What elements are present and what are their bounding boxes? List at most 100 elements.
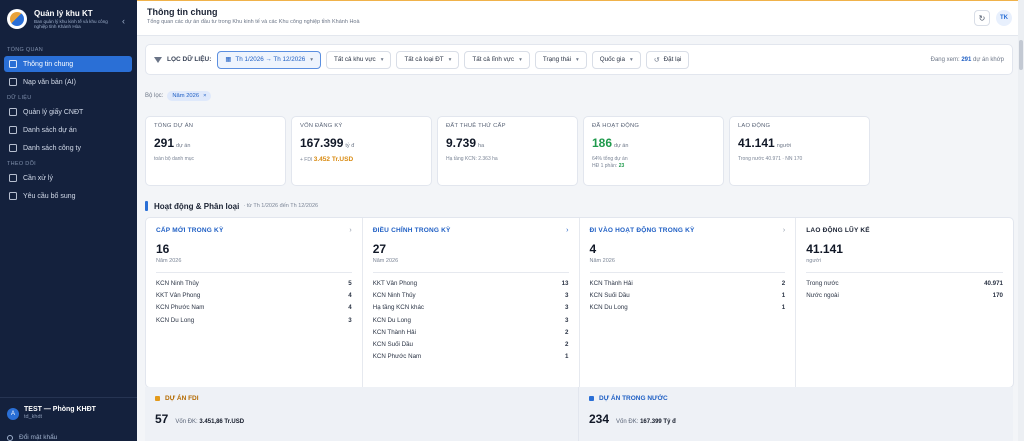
building-icon: [9, 144, 17, 152]
col-title: LAO ĐỘNG LŨY KẾ: [806, 227, 870, 234]
col-title: CẤP MỚI TRONG KỲ: [156, 227, 224, 234]
col-title: ĐIỀU CHỈNH TRONG KỲ: [372, 227, 451, 234]
user-panel: A TEST — Phòng KHĐT td_khdt Đổi mật khẩu: [0, 397, 137, 441]
date-range-picker[interactable]: ▦ Th 1/2026 → Th 12/2026 ▾: [217, 50, 322, 69]
col-started-operation[interactable]: ĐI VÀO HOẠT ĐỘNG TRONG KỲ › 4 Năm 2026 K…: [580, 218, 797, 387]
kpi-note-partial: HĐ 1 phần: 23: [592, 163, 625, 169]
chevron-right-icon[interactable]: ›: [783, 227, 785, 234]
sidebar-item-overview[interactable]: Thông tin chung: [4, 56, 132, 72]
kpi-row: TỔNG DỰ ÁN 291 dự án toàn bộ danh mục VỐN…: [145, 116, 875, 186]
kpi-value: 9.739 ha: [446, 136, 485, 150]
filter-tag-year[interactable]: Năm 2026 ×: [167, 91, 212, 101]
kpi-label: VỐN ĐĂNG KÝ: [300, 123, 343, 129]
reset-button[interactable]: ↺ Đặt lại: [645, 50, 690, 69]
brand-title: Quản lý khu KT: [34, 9, 93, 18]
col-new-licenses[interactable]: CẤP MỚI TRONG KỲ › 16 Năm 2026 KCN Ninh …: [146, 218, 363, 387]
list-item: KKT Vân Phong 4: [156, 292, 352, 300]
close-icon[interactable]: ×: [203, 93, 206, 99]
nav-section-data: DỮ LIỆU: [7, 95, 32, 101]
scrollbar-thumb[interactable]: [1019, 40, 1023, 70]
investment-type-select[interactable]: Tất cả loại ĐT ▾: [396, 50, 460, 69]
list-item: Trong nước 40.971: [806, 280, 1003, 287]
status-value: Trạng thái: [542, 56, 571, 63]
field-value: Tất cả lĩnh vực: [472, 56, 515, 63]
collapse-sidebar-icon[interactable]: ‹: [122, 16, 125, 26]
col-sub: Năm 2026: [156, 258, 182, 264]
user-name: TEST — Phòng KHĐT: [24, 406, 96, 413]
sidebar-item-companies[interactable]: Danh sách công ty: [4, 140, 132, 156]
sidebar-item-label: Nạp văn bản (AI): [23, 78, 76, 86]
clipboard-icon: [9, 192, 17, 200]
country-select[interactable]: Quốc gia ▾: [591, 50, 641, 69]
list-item: KCN Thành Hải 2: [589, 280, 786, 287]
sidebar-item-label: Quản lý giấy CNĐT: [23, 108, 84, 116]
kpi-label: TỔNG DỰ ÁN: [154, 123, 194, 129]
reset-icon: ↺: [653, 56, 660, 64]
kpi-label: ĐẤT THUÊ THỨ CẤP: [446, 123, 506, 129]
col-value: 41.141: [806, 242, 843, 256]
refresh-button[interactable]: ↻: [974, 10, 990, 26]
chevron-right-icon[interactable]: ›: [349, 227, 351, 234]
filter-label-text: LỌC DỮ LIỆU:: [167, 56, 212, 63]
nav-section-tracking: THEO DÕI: [7, 161, 36, 167]
filter-bar: LỌC DỮ LIỆU: ▦ Th 1/2026 → Th 12/2026 ▾ …: [145, 44, 1013, 75]
activity-grid: CẤP MỚI TRONG KỲ › 16 Năm 2026 KCN Ninh …: [145, 217, 1014, 388]
kpi-label: LAO ĐỘNG: [738, 123, 771, 129]
brand: Quản lý khu KT Ban quản lý khu kinh tế v…: [0, 0, 137, 44]
sidebar-item-certificates[interactable]: Quản lý giấy CNĐT: [4, 104, 132, 120]
sidebar-item-label: Yêu cầu bổ sung: [23, 192, 76, 200]
status-select[interactable]: Trạng thái ▾: [534, 50, 587, 69]
sidebar-item-pending[interactable]: Cần xử lý: [4, 170, 132, 186]
kpi-value: 41.141 người: [738, 136, 792, 150]
list-item: KCN Ninh Thủy 5: [156, 280, 352, 287]
col-adjustments[interactable]: ĐIỀU CHỈNH TRONG KỲ › 27 Năm 2026 KKT Vâ…: [363, 218, 580, 387]
country-value: Quốc gia: [599, 56, 625, 63]
list-item: KCN Phước Nam 1: [372, 353, 569, 361]
main-content: Thông tin chung Tổng quan các dự án đầu …: [137, 0, 1024, 441]
card-value: 234: [589, 412, 610, 426]
kpi-operating[interactable]: ĐÃ HOẠT ĐỘNG 186 dự án 64% tổng dự án HĐ …: [583, 116, 724, 186]
brand-subtitle: Ban quản lý khu kinh tế và khu công nghi…: [34, 19, 108, 30]
key-icon: [7, 434, 13, 441]
chevron-down-icon: ▾: [519, 56, 522, 63]
account-avatar[interactable]: TK: [996, 10, 1012, 26]
sidebar: Quản lý khu KT Ban quản lý khu kinh tế v…: [0, 0, 137, 441]
user-avatar[interactable]: A: [7, 407, 19, 420]
sidebar-item-label: Danh sách công ty: [23, 144, 81, 152]
chevron-down-icon: ▾: [380, 56, 384, 63]
chevron-right-icon[interactable]: ›: [566, 227, 568, 234]
section-subtitle: · từ Th 1/2026 đến Th 12/2026: [243, 203, 319, 209]
field-select[interactable]: Tất cả lĩnh vực ▾: [464, 50, 530, 69]
applied-filters-label: Bộ lọc:: [145, 93, 164, 99]
col-sub: Năm 2026: [589, 258, 615, 264]
project-type-summary: DỰ ÁN FDI 57 Vốn ĐK: 3.451,86 Tr.USD DỰ …: [145, 387, 1014, 441]
card-domestic-projects[interactable]: DỰ ÁN TRONG NƯỚC 234 Vốn ĐK: 167.399 Tỷ …: [579, 387, 1013, 441]
chevron-down-icon: ▾: [310, 56, 314, 63]
sidebar-item-projects[interactable]: Danh sách dự án: [4, 122, 132, 138]
page-subtitle: Tổng quan các dự án đầu tư trong Khu kin…: [147, 19, 360, 25]
change-password-link[interactable]: Đổi mật khẩu: [7, 434, 57, 441]
sidebar-item-upload-ai[interactable]: Nạp văn bản (AI): [4, 74, 132, 90]
page-title: Thông tin chung: [147, 7, 218, 17]
card-fdi-projects[interactable]: DỰ ÁN FDI 57 Vốn ĐK: 3.451,86 Tr.USD: [145, 387, 579, 441]
kpi-labor[interactable]: LAO ĐỘNG 41.141 người Trong nước 40.971 ·…: [729, 116, 870, 186]
kpi-registered-capital[interactable]: VỐN ĐĂNG KÝ 167.399 tỷ đ + FDI 3.452 Tr.U…: [291, 116, 432, 186]
sidebar-item-supplement[interactable]: Yêu cầu bổ sung: [4, 188, 132, 204]
kpi-label: ĐÃ HOẠT ĐỘNG: [592, 123, 640, 129]
kpi-total-projects[interactable]: TỔNG DỰ ÁN 291 dự án toàn bộ danh mục: [145, 116, 286, 186]
kpi-value: 167.399 tỷ đ: [300, 136, 355, 150]
chevron-down-icon: ▾: [629, 56, 633, 63]
kpi-value: 186 dự án: [592, 136, 629, 150]
applied-filters: Bộ lọc: Năm 2026 ×: [145, 91, 212, 101]
filter-label: LỌC DỮ LIỆU:: [154, 56, 211, 63]
area-select[interactable]: Tất cả khu vực ▾: [326, 50, 392, 69]
kpi-leased-land[interactable]: ĐẤT THUÊ THỨ CẤP 9.739 ha Hạ tầng KCN: 2.…: [437, 116, 578, 186]
scrollbar[interactable]: [1018, 0, 1024, 441]
col-sub: Năm 2026: [372, 258, 399, 264]
kpi-note: 64% tổng dự án: [592, 156, 628, 162]
card-meta: Vốn ĐK: 3.451,86 Tr.USD: [175, 419, 245, 425]
sidebar-item-label: Danh sách dự án: [23, 126, 77, 134]
kpi-note: Hạ tầng KCN: 2.363 ha: [446, 156, 498, 162]
col-cumulative-labor: LAO ĐỘNG LŨY KẾ 41.141 người Trong nước 4…: [796, 218, 1013, 387]
chevron-down-icon: ▾: [575, 56, 579, 63]
